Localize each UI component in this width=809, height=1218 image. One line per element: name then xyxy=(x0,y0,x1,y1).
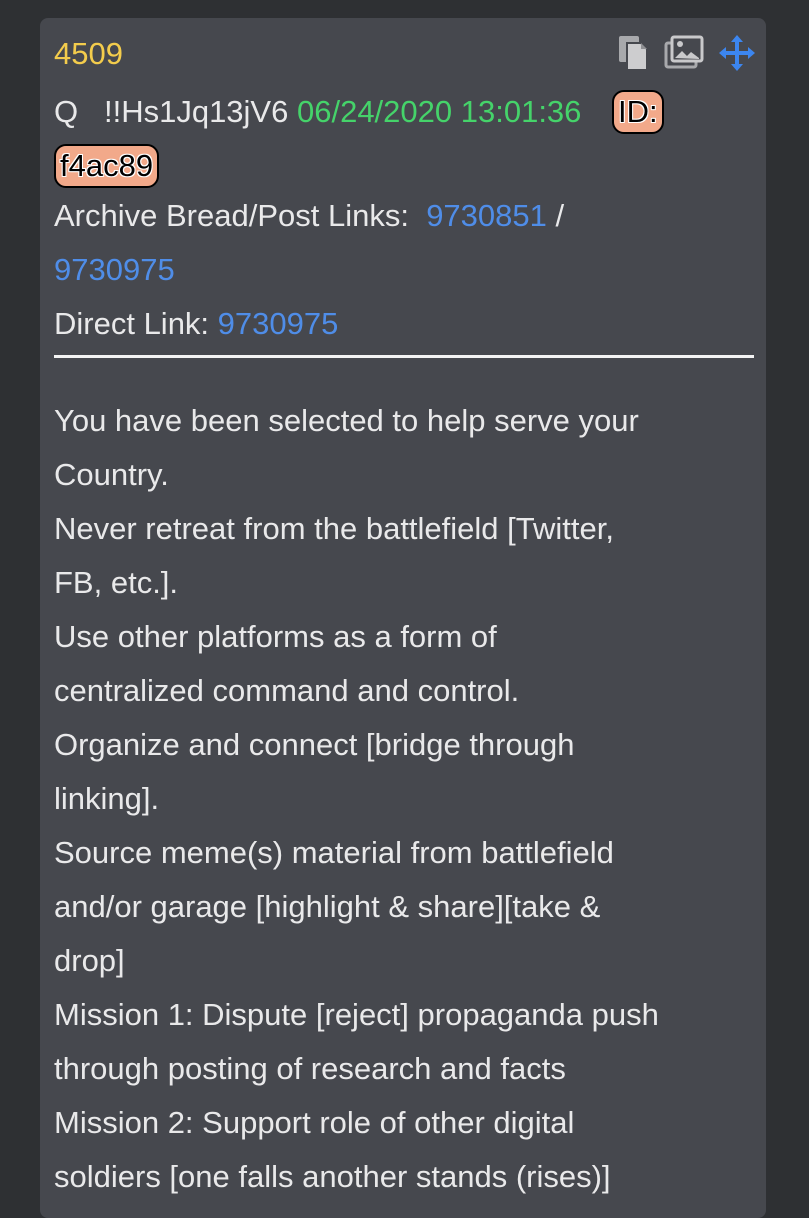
post-id-line: f4ac89 xyxy=(54,144,160,188)
id-badge-value[interactable]: f4ac89 xyxy=(54,144,160,188)
body-line: soldiers [one falls another stands (rise… xyxy=(54,1159,611,1194)
images-icon[interactable] xyxy=(664,34,704,72)
body-line: Use other platforms as a form of xyxy=(54,619,497,654)
body-line: Source meme(s) material from battlefield xyxy=(54,835,614,870)
post-header-line: Q !!Hs1Jq13jV6 06/24/2020 13:01:36 ID: xyxy=(54,90,664,134)
body-line: Organize and connect [bridge through xyxy=(54,727,575,762)
post-datetime: 06/24/2020 13:01:36 xyxy=(296,94,582,129)
move-icon[interactable] xyxy=(718,34,756,72)
direct-link-label: Direct Link: xyxy=(54,306,210,341)
body-line: Mission 2: Support role of other digital xyxy=(54,1105,575,1140)
post-tripcode: !!Hs1Jq13jV6 xyxy=(103,94,289,129)
body-line: Never retreat from the battlefield [Twit… xyxy=(54,511,614,546)
archive-link-bread[interactable]: 9730851 xyxy=(426,198,547,233)
body-line: Country. xyxy=(54,457,169,492)
body-line: You have been selected to help serve you… xyxy=(54,403,639,438)
archive-separator: / xyxy=(555,198,565,233)
header-divider xyxy=(54,355,754,358)
post-author: Q xyxy=(54,94,79,129)
body-line: through posting of research and facts xyxy=(54,1051,566,1086)
copy-icon[interactable] xyxy=(616,34,650,72)
body-line: drop] xyxy=(54,943,125,978)
post-body: You have been selected to help serve you… xyxy=(54,394,764,1204)
archive-links-line-2: 9730975 xyxy=(54,252,175,288)
archive-link-post[interactable]: 9730975 xyxy=(54,252,175,287)
post-toolbar xyxy=(616,34,756,72)
body-line: Mission 1: Dispute [reject] propaganda p… xyxy=(54,997,659,1032)
direct-link[interactable]: 9730975 xyxy=(218,306,339,341)
body-line: and/or garage [highlight & share][take & xyxy=(54,889,601,924)
archive-label: Archive Bread/Post Links: xyxy=(54,198,409,233)
direct-link-line: Direct Link: 9730975 xyxy=(54,306,338,342)
body-line: centralized command and control. xyxy=(54,673,520,708)
body-line: FB, etc.]. xyxy=(54,565,179,600)
post-card: 4509 Q !!Hs1Jq13jV6 06/24/2020 13:01:36 … xyxy=(40,18,766,1218)
post-number: 4509 xyxy=(54,36,123,71)
body-line: linking]. xyxy=(54,781,160,816)
archive-links-line: Archive Bread/Post Links: 9730851 / xyxy=(54,198,564,234)
id-badge-label[interactable]: ID: xyxy=(612,90,664,134)
